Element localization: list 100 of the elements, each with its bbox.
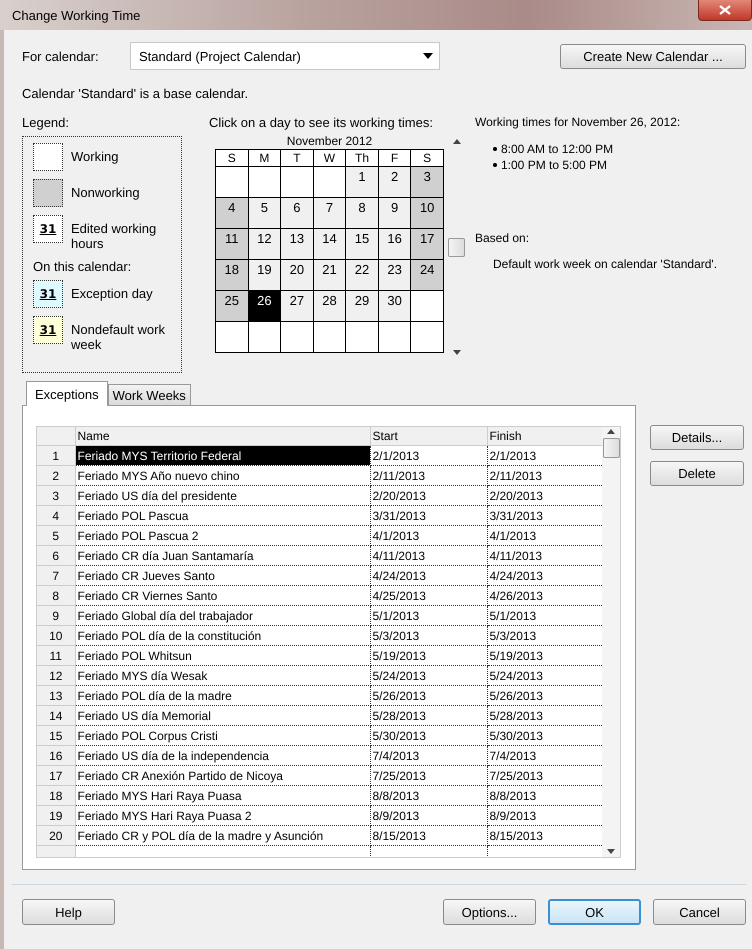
table-cell[interactable]: 8/15/2013: [370, 826, 487, 846]
scroll-up-icon[interactable]: [452, 139, 460, 144]
table-cell[interactable]: 2/11/2013: [370, 466, 487, 486]
table-cell[interactable]: 5/24/2013: [370, 666, 487, 686]
table-cell[interactable]: 5/1/2013: [370, 606, 487, 626]
dialog-button[interactable]: OK: [548, 899, 641, 925]
calendar-day[interactable]: 22: [346, 260, 378, 290]
table-cell[interactable]: 5/26/2013: [370, 686, 487, 706]
calendar-day[interactable]: 11: [216, 228, 248, 260]
calendar-day[interactable]: 5: [248, 198, 281, 228]
table-cell[interactable]: Feriado POL Whitsun: [75, 646, 370, 666]
scroll-thumb[interactable]: [602, 438, 620, 458]
scroll-up-icon[interactable]: [607, 429, 616, 434]
calendar-day[interactable]: 26: [248, 290, 281, 322]
legend-label: Working: [71, 148, 120, 164]
table-cell[interactable]: Feriado POL Pascua 2: [75, 526, 370, 546]
table-cell[interactable]: 5/19/2013: [370, 646, 487, 666]
column-header: Finish: [487, 427, 602, 446]
calendar-day[interactable]: 21: [313, 260, 346, 290]
legend-swatch: [33, 179, 63, 207]
table-cell[interactable]: 2/20/2013: [370, 486, 487, 506]
table-cell[interactable]: Feriado US día Memorial: [75, 706, 370, 726]
calendar-day[interactable]: 20: [280, 260, 314, 290]
table-cell[interactable]: 2/1/2013: [370, 446, 487, 466]
table-cell[interactable]: 4/24/2013: [370, 566, 487, 586]
table-cell[interactable]: Feriado POL Pascua: [75, 506, 370, 526]
calendar-day[interactable]: 25: [216, 290, 248, 322]
calendar-day[interactable]: 10: [410, 198, 444, 228]
calendar-day[interactable]: 3: [410, 166, 444, 198]
row-number: 17: [37, 766, 75, 786]
table-cell[interactable]: Feriado US día del presidente: [75, 486, 370, 506]
create-calendar-button[interactable]: Create New Calendar ...: [560, 44, 746, 68]
working-times-title: Working times for November 26, 2012:: [475, 115, 682, 129]
table-cell[interactable]: Feriado CR Anexión Partido de Nicoya: [75, 766, 370, 786]
calendar-day[interactable]: 24: [410, 260, 444, 290]
bullet-icon: [493, 147, 497, 151]
dialog-button[interactable]: Options...: [443, 899, 536, 925]
calendar-day[interactable]: 8: [346, 198, 378, 228]
table-cell[interactable]: Feriado MYS Hari Raya Puasa: [75, 786, 370, 806]
calendar-day[interactable]: 13: [280, 228, 314, 260]
table-cell[interactable]: Feriado CR Viernes Santo: [75, 586, 370, 606]
table-cell[interactable]: 5/28/2013: [370, 706, 487, 726]
table-cell[interactable]: Feriado Global día del trabajador: [75, 606, 370, 626]
table-cell[interactable]: Feriado CR Jueves Santo: [75, 566, 370, 586]
table-cell[interactable]: Feriado CR y POL día de la madre y Asunción: [75, 826, 370, 846]
row-number: 18: [37, 786, 75, 806]
calendar-day[interactable]: 18: [216, 260, 248, 290]
dialog-button[interactable]: Cancel: [653, 899, 746, 925]
close-button[interactable]: [698, 0, 752, 21]
table-scrollbar[interactable]: [602, 427, 620, 857]
row-number: 4: [37, 506, 75, 526]
table-cell[interactable]: Feriado MYS día Wesak: [75, 666, 370, 686]
table-cell[interactable]: 7/4/2013: [370, 746, 487, 766]
table-cell[interactable]: 5/30/2013: [370, 726, 487, 746]
table-cell[interactable]: Feriado CR día Juan Santamaría: [75, 546, 370, 566]
scroll-thumb[interactable]: [448, 238, 465, 256]
row-number: 6: [37, 546, 75, 566]
calendar-day[interactable]: 6: [280, 198, 314, 228]
calendar-day[interactable]: 4: [216, 198, 248, 228]
table-cell[interactable]: 4/1/2013: [370, 526, 487, 546]
table-cell[interactable]: 4/25/2013: [370, 586, 487, 606]
row-number: 9: [37, 606, 75, 626]
table-cell[interactable]: 8/8/2013: [370, 786, 487, 806]
table-cell[interactable]: 7/25/2013: [370, 766, 487, 786]
calendar-day[interactable]: 12: [248, 228, 281, 260]
table-cell[interactable]: Feriado POL Corpus Cristi: [75, 726, 370, 746]
calendar-day[interactable]: 15: [346, 228, 378, 260]
table-cell[interactable]: Feriado MYS Año nuevo chino: [75, 466, 370, 486]
table-cell[interactable]: 8/9/2013: [370, 806, 487, 826]
calendar-dropdown[interactable]: Standard (Project Calendar): [130, 42, 440, 70]
table-cell[interactable]: 3/31/2013: [370, 506, 487, 526]
tab[interactable]: Work Weeks: [108, 384, 191, 405]
table-cell[interactable]: 5/3/2013: [370, 626, 487, 646]
column-header: Name: [75, 427, 370, 446]
month-title: November 2012: [286, 134, 374, 149]
table-cell[interactable]: 4/11/2013: [370, 546, 487, 566]
close-icon: [719, 5, 731, 15]
help-button[interactable]: Help: [22, 899, 115, 925]
row-number: 2: [37, 466, 75, 486]
calendar-day[interactable]: 14: [313, 228, 346, 260]
row-number: 10: [37, 626, 75, 646]
calendar-day[interactable]: 17: [410, 228, 444, 260]
weekday-header: T: [280, 150, 314, 166]
side-button[interactable]: Delete: [650, 461, 744, 486]
working-time: 1:00 PM to 5:00 PM: [501, 157, 608, 173]
table-cell[interactable]: Feriado MYS Hari Raya Puasa 2: [75, 806, 370, 826]
based-on-text: Default work week on calendar 'Standard'.: [493, 257, 718, 271]
calendar-day[interactable]: 1: [346, 166, 378, 198]
table-cell[interactable]: Feriado MYS Territorio Federal: [75, 446, 370, 466]
table-cell[interactable]: Feriado US día de la independencia: [75, 746, 370, 766]
scroll-down-icon[interactable]: [607, 849, 616, 854]
table-cell[interactable]: Feriado POL día de la constitución: [75, 626, 370, 646]
side-button[interactable]: Details...: [650, 425, 744, 450]
row-number: 7: [37, 566, 75, 586]
scroll-down-icon[interactable]: [452, 350, 460, 355]
legend-label: Nondefault work week: [71, 321, 166, 352]
table-cell[interactable]: Feriado POL día de la madre: [75, 686, 370, 706]
legend-swatch: 31: [33, 215, 63, 243]
calendar-day[interactable]: 7: [313, 198, 346, 228]
tab[interactable]: Exceptions: [26, 381, 108, 406]
